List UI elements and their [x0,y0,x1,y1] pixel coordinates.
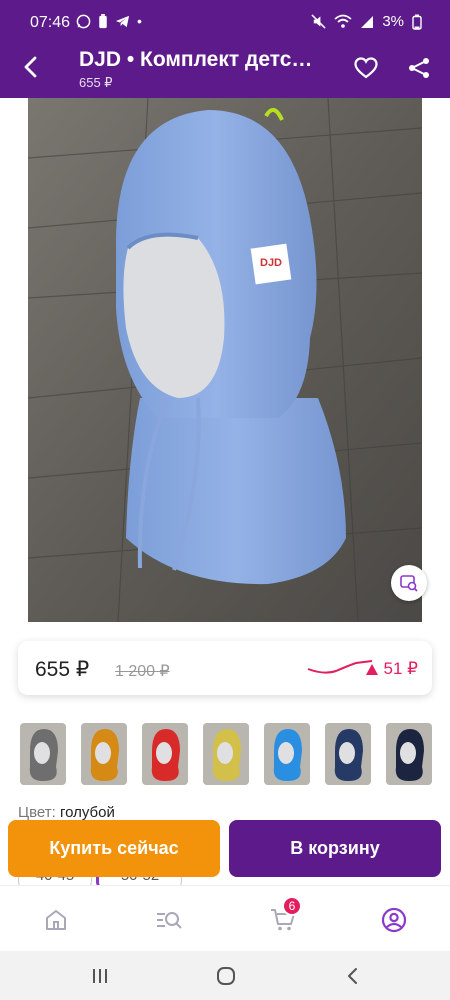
old-price: 1 200 ₽ [115,663,170,680]
share-icon [409,58,429,78]
swatch-grey[interactable] [20,723,66,785]
color-value: голубой [59,804,115,821]
profile-icon [381,907,407,933]
current-price: 655 ₽ [35,658,90,681]
heart-icon [354,57,378,79]
price-change: 51 ₽ [365,659,418,679]
status-time: 07:46 [30,14,71,31]
price-change-value: 51 ₽ [383,659,418,678]
product-photo-illustration: DJD [28,98,422,622]
top-bar: 07:46 • 3% DJD • Комплект детс… 655 ₽ [0,0,450,98]
header-price: 655 ₽ [79,75,113,90]
bottom-navigation [0,885,450,951]
swatch-thumbnail [81,723,127,785]
status-right-icons: 3% [311,13,422,30]
wifi-icon [334,14,352,28]
color-label: Цвет: [18,804,56,821]
color-swatches [20,723,450,787]
whatsapp-icon [76,14,91,28]
swatch-red[interactable] [142,723,188,785]
swatch-navy[interactable] [325,723,371,785]
home-icon [46,910,66,930]
arrow-up-icon [365,663,378,675]
recents-icon [93,969,107,983]
battery-saver-icon [99,13,107,28]
swatch-thumbnail [325,723,371,785]
add-to-cart-button[interactable]: В корзину [229,820,441,877]
battery-icon [412,14,422,30]
nav-catalog-search[interactable] [153,904,185,936]
chevron-left-icon [24,56,37,78]
nav-profile[interactable] [378,904,410,936]
product-title: DJD • Комплект детс… [79,48,313,71]
recents-button[interactable] [85,961,115,991]
svg-text:DJD: DJD [260,257,282,269]
swatch-blue[interactable] [264,723,310,785]
price-card[interactable]: 655 ₽ 1 200 ₽ 51 ₽ [18,641,432,695]
selected-color: Цвет: голубой [18,804,115,821]
mute-icon [311,14,326,29]
telegram-icon [115,15,130,27]
price-trend-sparkline [307,660,373,674]
status-left-icons: • [76,13,142,29]
cart-count-badge: 6 [282,896,302,916]
swatch-thumbnail [20,723,66,785]
swatch-mustard[interactable] [81,723,127,785]
signal-icon [361,15,374,28]
product-photo[interactable]: DJD [28,98,422,622]
swatch-thumbnail [264,723,310,785]
buy-now-button[interactable]: Купить сейчас [8,820,220,877]
image-search-icon [400,575,418,592]
swatch-thumbnail [142,723,188,785]
battery-percent: 3% [382,13,404,30]
favorite-button[interactable] [350,52,382,84]
swatch-thumbnail [386,723,432,785]
swatch-dark-navy[interactable] [386,723,432,785]
catalog-search-icon [157,912,182,929]
swatch-yellow[interactable] [203,723,249,785]
back-button[interactable] [14,50,48,84]
swatch-thumbnail [203,723,249,785]
back-system-button[interactable] [337,961,367,991]
status-bar: 07:46 • 3% [0,0,450,48]
system-navigation-bar [0,951,450,1000]
status-dot-icon: • [137,13,142,29]
zoom-search-button[interactable] [391,565,427,601]
home-system-button[interactable] [211,961,241,991]
share-button[interactable] [403,52,435,84]
nav-home[interactable] [40,904,72,936]
home-circle-icon [217,967,235,985]
back-arrow-icon [348,968,357,984]
